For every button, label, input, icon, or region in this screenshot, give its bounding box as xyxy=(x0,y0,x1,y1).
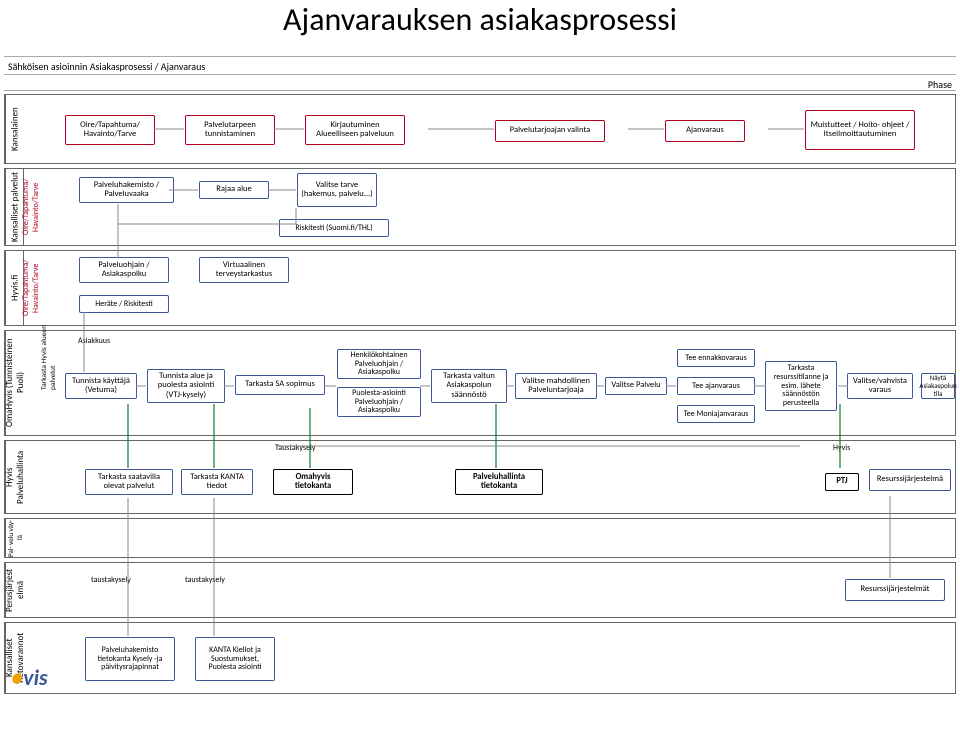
lane-label: Kansalainen xyxy=(5,95,24,163)
lane-perusjarjestelma: Perusjärjest elmä taustakysely taustakys… xyxy=(4,562,956,618)
lane-label: Pal- velu väy- lä xyxy=(5,519,24,557)
box-kanta-db: KANTA Kiellot ja Suostumukset, Puolesta … xyxy=(195,637,275,681)
breadcrumb: Sähköisen asioinnin Asiakasprosessi / Aj… xyxy=(8,60,205,73)
box-resurssijarjestelmat: Resurssijärjestelmät xyxy=(845,579,945,601)
box-palveluhakemisto-db: Palveluhakemisto tietokanta Kysely -ja p… xyxy=(85,637,175,681)
sublane-label: Oire/Tapahtuma/ Havainto/Tarve xyxy=(23,251,38,325)
label-taustakysely-2: taustakysely xyxy=(185,575,225,585)
box-mahd: Valitse mahdollinen Palveluntarjoaja xyxy=(515,373,597,399)
box-valitse-tarve: Valitse tarve (hakemus, palvelu...) xyxy=(297,173,377,207)
lane-omahyvis: OmaHyvis (Tunnisteinen Puoli) Tunnista k… xyxy=(4,330,956,436)
box-res: Tarkasta resurssitilanne ja esim. lähete… xyxy=(765,361,837,411)
box-tila: Näytä Asiakaspolun tila xyxy=(921,373,955,399)
lane-body: Palveluhakemisto / Palveluvaaka Rajaa al… xyxy=(39,169,955,245)
box-henk: Henkilökohtainen Palveluohjain / Asiakas… xyxy=(337,349,421,379)
box-monia: Tee Moniajanvaraus xyxy=(677,405,755,423)
box-vtj: Tunnista alue ja puolesta asiointi (VTJ-… xyxy=(147,369,225,403)
box-ajan: Tee ajanvaraus xyxy=(677,377,755,395)
box-vetuma: Tunnista käyttäjä (Vetuma) xyxy=(65,373,137,399)
box-virtuaalinen: Virtuaalinen terveystarkastus xyxy=(199,257,289,283)
lane-hyvis-palveluhallinta: Hyvis Palveluhallinta Taustakysely Hyvis… xyxy=(4,440,956,514)
lane-body: Oire/Tapahtuma/ Havainto/Tarve Palveluta… xyxy=(25,95,955,163)
sublane-label: Oire/Tapahtuma/ Havainto/Tarve xyxy=(23,169,38,245)
box-tarpeen: Palvelutarpeen tunnistaminen xyxy=(185,115,275,145)
lane-label: OmaHyvis (Tunnisteinen Puoli) xyxy=(5,331,24,435)
diagram-root: Ajanvarauksen asiakasprosessi Sähköisen … xyxy=(0,0,960,738)
box-muistutteet: Muistutteet / Hoito- ohjeet / Itseilmoit… xyxy=(805,110,915,150)
lane-body: taustakysely taustakysely Resurssijärjes… xyxy=(25,563,955,617)
box-kirjautuminen: Kirjautuminen Alueelliseen palveluun xyxy=(305,115,405,145)
box-riskitesti: Riskitesti (Suomi.fi/THL) xyxy=(279,219,389,237)
box-tarjoaja: Palvelutarjoajan valinta xyxy=(495,120,605,142)
box-palveluhakemisto: Palveluhakemisto / Palveluvaaka xyxy=(79,177,174,203)
box-resurssijarjestelma: Resurssijärjestelmä xyxy=(869,469,951,491)
box-valp: Valitse Palvelu xyxy=(605,377,667,395)
lane-label: Perusjärjest elmä xyxy=(5,563,24,617)
lane-hyvis-fi: Hyvis.fi Oire/Tapahtuma/ Havainto/Tarve … xyxy=(4,250,956,326)
lane-kansalliset-palvelut: Kansalliset palvelut Oire/Tapahtuma/ Hav… xyxy=(4,168,956,246)
box-ajanvaraus: Ajanvaraus xyxy=(665,120,745,142)
box-kanta-tiedot: Tarkasta KANTA tiedot xyxy=(181,469,253,495)
logo-dot-icon: ● xyxy=(10,664,23,691)
lane-body: Palveluohjain / Asiakaspolku Virtuaaline… xyxy=(39,251,955,325)
box-puol: Puolesta-asiointi Palveluohjain / Asiaka… xyxy=(337,387,421,417)
box-palveluhallinta-db: Palveluhallinta tietokanta xyxy=(455,469,543,495)
lane-palveluvayla: Pal- velu väy- lä xyxy=(4,518,956,558)
rule xyxy=(4,74,956,75)
label-taustakysely: Taustakysely xyxy=(275,443,316,453)
hyvis-logo: ●vis xyxy=(10,664,48,691)
box-herate: Heräte / Riskitesti xyxy=(79,295,169,313)
label-hyvis: Hyvis xyxy=(833,443,850,453)
rule xyxy=(4,90,956,91)
label-taustakysely-1: taustakysely xyxy=(91,575,131,585)
box-rajaa-alue: Rajaa alue xyxy=(199,181,269,199)
box-ennakko: Tee ennakkovaraus xyxy=(677,349,755,367)
lane-kansalliset-tietovarannot: Kansalliset Tietovarannot Palveluhakemis… xyxy=(4,622,956,694)
lane-label: Hyvis Palveluhallinta xyxy=(5,441,24,513)
diagram-title: Ajanvarauksen asiakasprosessi xyxy=(0,0,960,39)
box-oire: Oire/Tapahtuma/ Havainto/Tarve xyxy=(65,115,155,145)
box-valtun: Tarkasta valtun Asiakaspolun säännöstö xyxy=(431,369,507,403)
box-sa: Tarkasta SA sopimus xyxy=(235,375,325,395)
lane-kansalainen: Kansalainen Oire/Tapahtuma/ Havainto/Tar… xyxy=(4,94,956,164)
lane-body: Palveluhakemisto tietokanta Kysely -ja p… xyxy=(25,623,955,693)
box-omahyvis-db: Omahyvis tietokanta xyxy=(273,469,353,495)
rule xyxy=(4,56,956,57)
box-saatavilla: Tarkasta saatavilla olevat palvelut xyxy=(85,469,173,495)
lane-body: Tunnista käyttäjä (Vetuma) Tunnista alue… xyxy=(25,331,955,435)
lane-body: Taustakysely Hyvis Tarkasta saatavilla o… xyxy=(25,441,955,513)
box-palveluohjain: Palveluohjain / Asiakaspolku xyxy=(79,257,169,283)
lane-body xyxy=(25,519,955,557)
box-ptj: PTJ xyxy=(825,473,859,491)
logo-text: vis xyxy=(23,664,47,691)
box-vahv: Valitse/vahvista varaus xyxy=(847,373,913,399)
